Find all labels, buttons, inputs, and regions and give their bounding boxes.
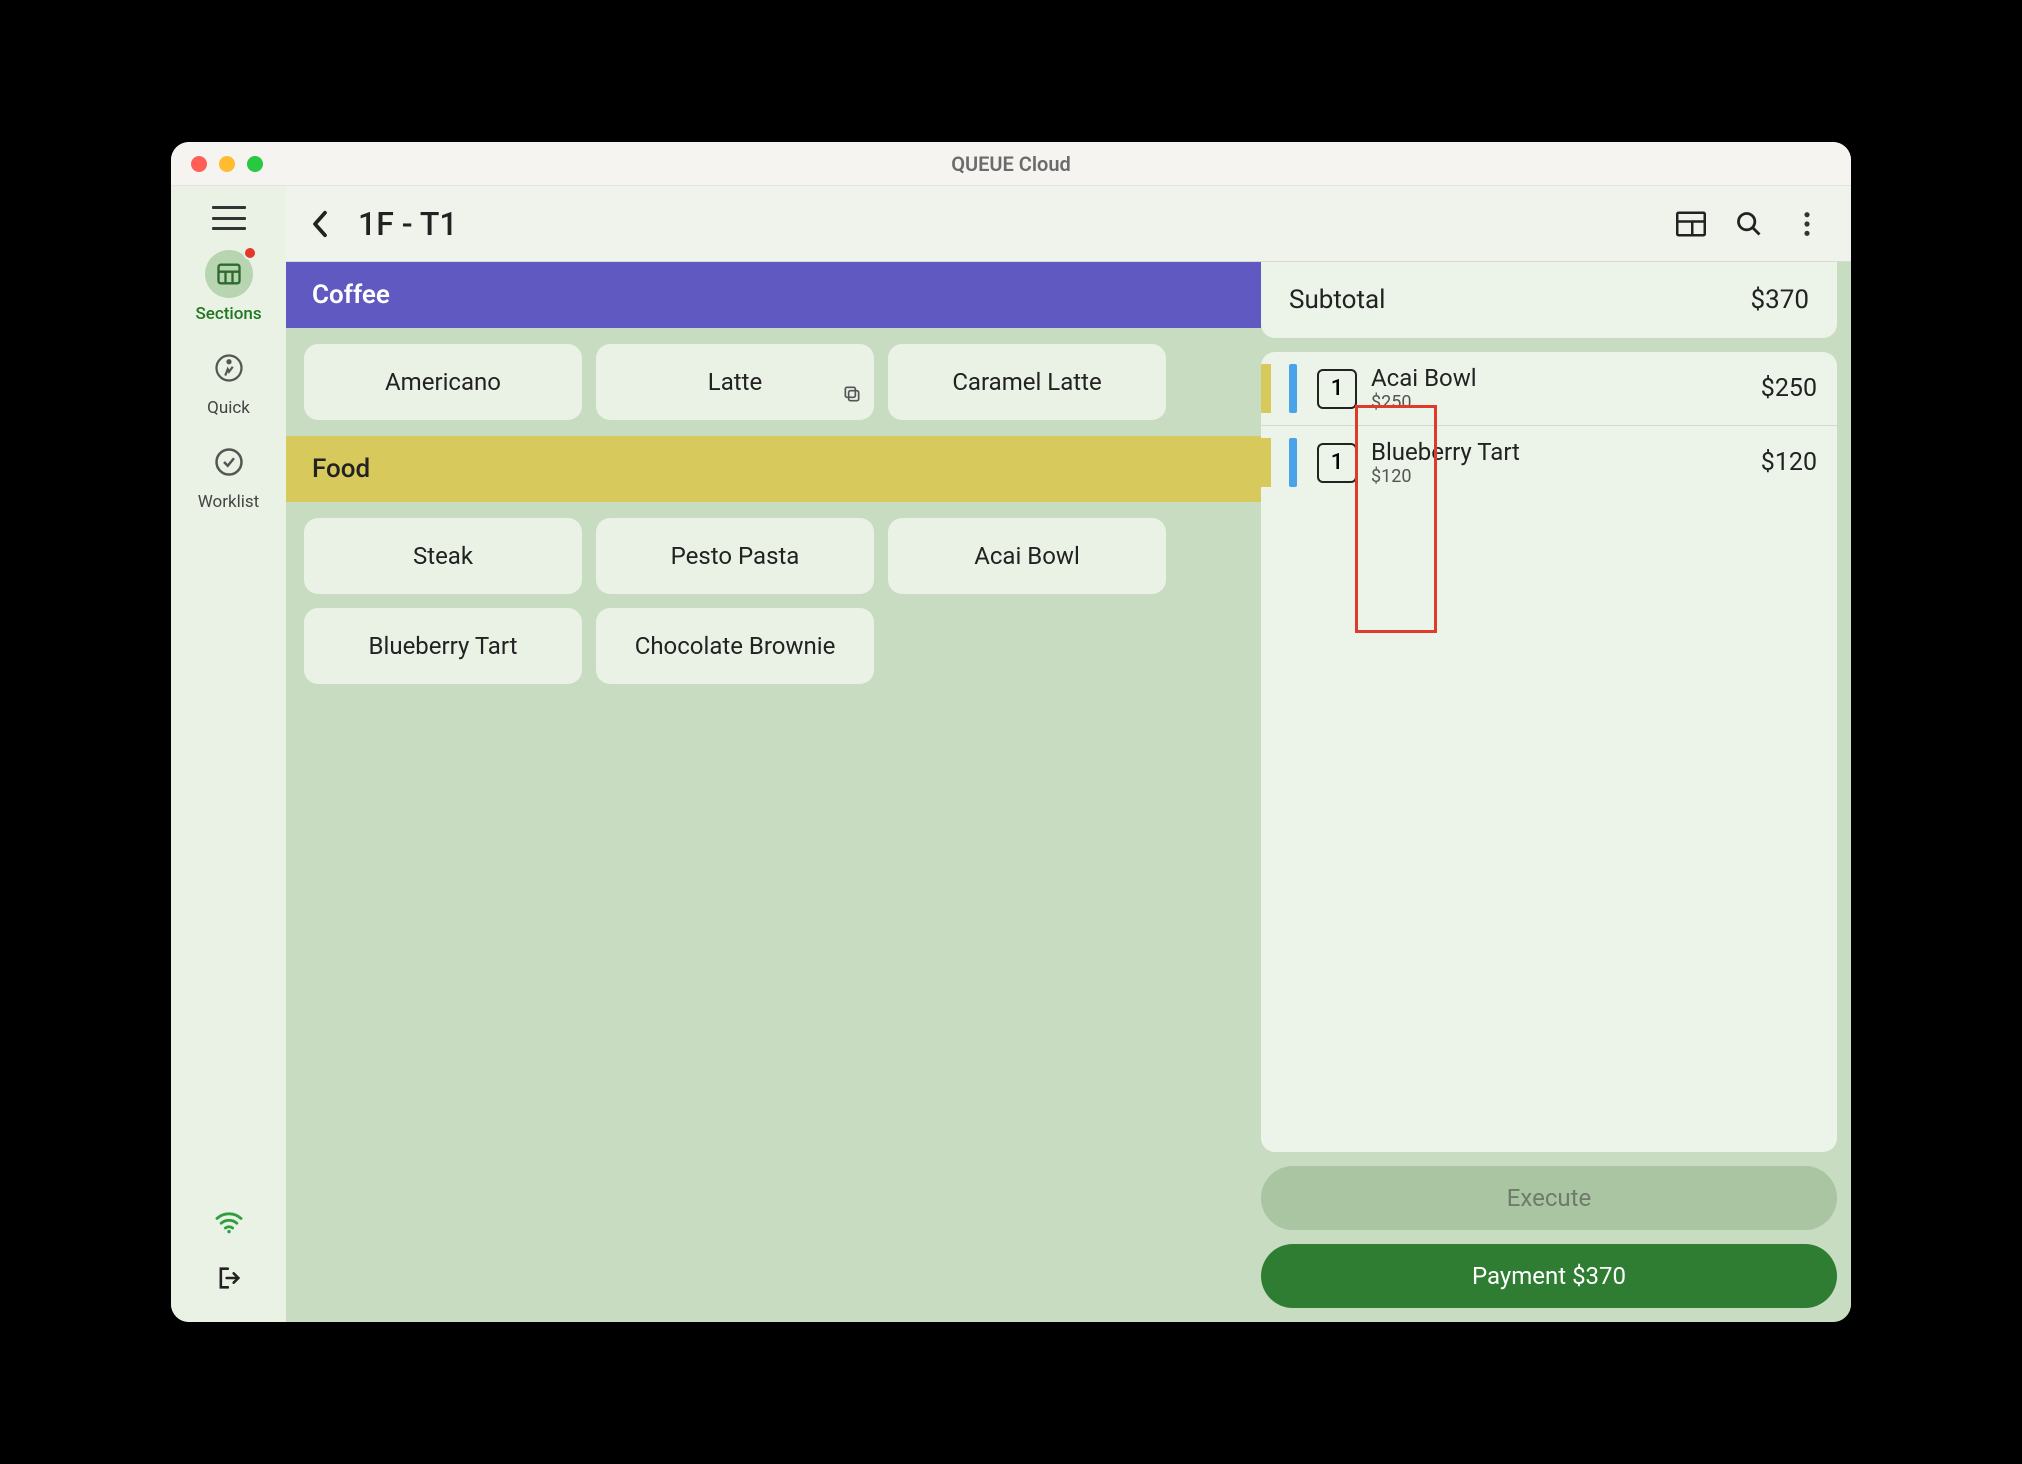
- qty-box[interactable]: 1: [1317, 369, 1357, 409]
- sidebar-item-worklist[interactable]: Worklist: [194, 438, 264, 512]
- window-title: QUEUE Cloud: [951, 152, 1071, 176]
- wifi-icon: [214, 1210, 244, 1238]
- hamburger-icon: [212, 206, 246, 230]
- copy-icon: [842, 382, 862, 410]
- order-item-name: Acai Bowl: [1371, 364, 1747, 392]
- menu-item-blueberry-tart[interactable]: Blueberry Tart: [304, 608, 582, 684]
- menu-item-chocolate-brownie[interactable]: Chocolate Brownie: [596, 608, 874, 684]
- subtotal-label: Subtotal: [1289, 285, 1385, 315]
- order-line[interactable]: 1 Acai Bowl $250 $250: [1261, 352, 1837, 426]
- menu-area: Coffee Americano Latte Caramel Latte Foo…: [286, 262, 1261, 1322]
- subtotal-bar: Subtotal $370: [1261, 262, 1837, 338]
- section-header-food[interactable]: Food: [286, 436, 1261, 502]
- status-stripe: [1289, 364, 1297, 413]
- menu-item-caramel-latte[interactable]: Caramel Latte: [888, 344, 1166, 420]
- search-button[interactable]: [1729, 204, 1769, 244]
- menu-item-pesto-pasta[interactable]: Pesto Pasta: [596, 518, 874, 594]
- sections-icon: [205, 250, 253, 298]
- minimize-window-button[interactable]: [219, 156, 235, 172]
- more-button[interactable]: [1787, 204, 1827, 244]
- titlebar: QUEUE Cloud: [171, 142, 1851, 186]
- sidebar-item-label: Quick: [207, 398, 250, 418]
- order-item-unit: $120: [1371, 466, 1747, 487]
- category-stripe: [1261, 438, 1271, 487]
- notification-badge: [243, 246, 257, 260]
- order-item-name: Blueberry Tart: [1371, 438, 1747, 466]
- order-item-price: $120: [1761, 448, 1817, 477]
- topbar: 1F - T1: [286, 186, 1851, 262]
- subtotal-value: $370: [1751, 285, 1809, 315]
- side-rail: Sections Quick Worklist: [171, 186, 286, 1322]
- logout-button[interactable]: [215, 1264, 243, 1296]
- window-controls: [171, 156, 263, 172]
- order-item-unit: $250: [1371, 392, 1747, 413]
- back-button[interactable]: [300, 204, 340, 244]
- menu-button[interactable]: [194, 206, 264, 230]
- qty-box[interactable]: 1: [1317, 443, 1357, 483]
- order-item-price: $250: [1761, 374, 1817, 403]
- menu-item-acai-bowl[interactable]: Acai Bowl: [888, 518, 1166, 594]
- zoom-window-button[interactable]: [247, 156, 263, 172]
- section-header-coffee[interactable]: Coffee: [286, 262, 1261, 328]
- sidebar-item-label: Worklist: [198, 492, 260, 512]
- sidebar-item-quick[interactable]: Quick: [194, 344, 264, 418]
- payment-button[interactable]: Payment $370: [1261, 1244, 1837, 1308]
- order-panel: Subtotal $370 1 Acai Bowl $250 $2: [1261, 262, 1851, 1322]
- order-line[interactable]: 1 Blueberry Tart $120 $120: [1261, 426, 1837, 499]
- status-stripe: [1289, 438, 1297, 487]
- quick-icon: [205, 344, 253, 392]
- menu-item-latte[interactable]: Latte: [596, 344, 874, 420]
- layout-button[interactable]: [1671, 204, 1711, 244]
- menu-item-americano[interactable]: Americano: [304, 344, 582, 420]
- order-list: 1 Acai Bowl $250 $250 1: [1261, 352, 1837, 1152]
- menu-item-steak[interactable]: Steak: [304, 518, 582, 594]
- category-stripe: [1261, 364, 1271, 413]
- close-window-button[interactable]: [191, 156, 207, 172]
- sidebar-item-label: Sections: [195, 304, 261, 324]
- worklist-icon: [205, 438, 253, 486]
- app-window: QUEUE Cloud Sections Quick: [171, 142, 1851, 1322]
- page-title: 1F - T1: [358, 205, 458, 243]
- sidebar-item-sections[interactable]: Sections: [194, 250, 264, 324]
- execute-button[interactable]: Execute: [1261, 1166, 1837, 1230]
